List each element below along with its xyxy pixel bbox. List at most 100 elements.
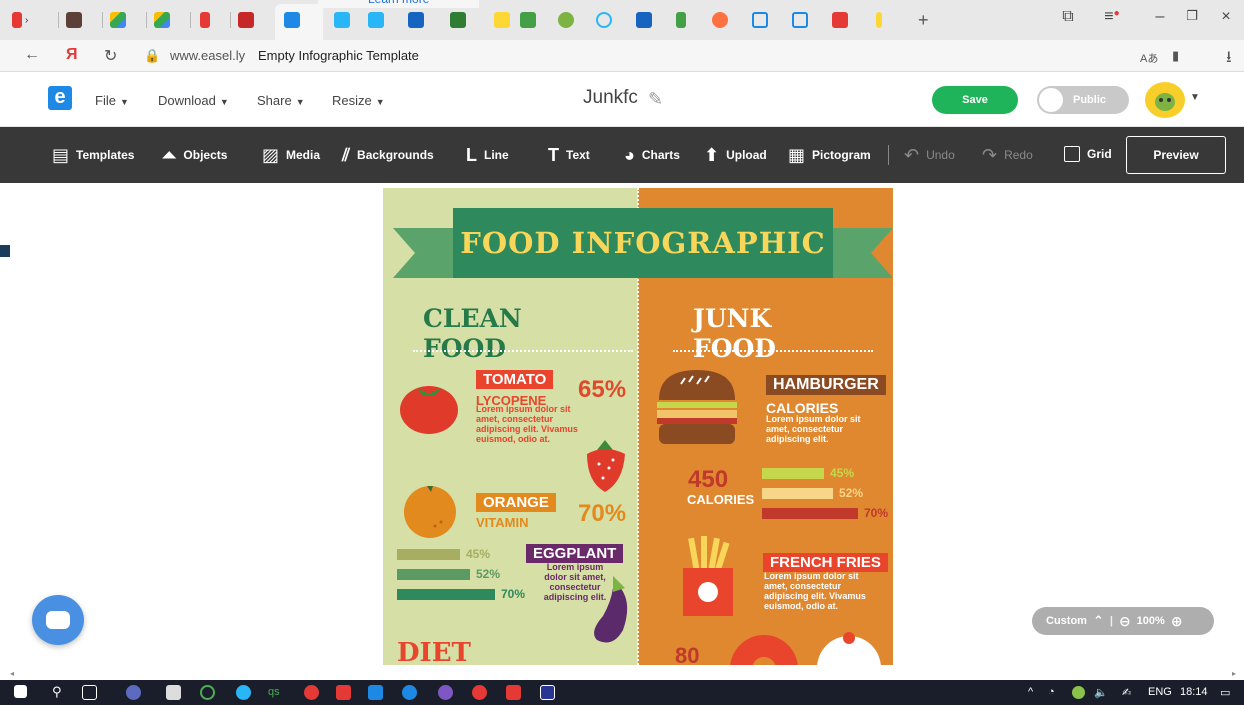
pencil-icon[interactable]: ✎	[648, 89, 663, 110]
objects-tool[interactable]: ⏶ Objects	[162, 146, 227, 164]
junk-food-heading[interactable]: JUNK FOOD	[693, 304, 776, 364]
browser-tab-19[interactable]	[752, 8, 768, 32]
menu-icon[interactable]: ≡●	[1100, 8, 1124, 26]
back-arrow-icon[interactable]: ←	[24, 46, 40, 64]
easelly-logo[interactable]: e	[48, 86, 72, 110]
network-icon[interactable]: ◔	[1048, 686, 1055, 698]
orange-tag[interactable]: ORANGE	[476, 493, 556, 512]
browser-tab-22[interactable]	[876, 8, 882, 32]
text-tool[interactable]: T Text	[548, 146, 590, 164]
close-icon[interactable]: ×	[1214, 8, 1238, 26]
browser-tab-16[interactable]	[636, 8, 652, 32]
hamburger-description[interactable]: Lorem ipsum dolor sit amet, consectetur …	[766, 414, 886, 444]
chevron-up-icon[interactable]: ^	[1028, 686, 1033, 698]
hamburger-tag[interactable]: HAMBURGER	[766, 375, 886, 395]
grid-checkbox[interactable]: Grid	[1064, 146, 1112, 162]
reload-icon[interactable]: ↻	[104, 46, 117, 66]
learn-more-link[interactable]: Learn more	[318, 0, 480, 8]
file-menu[interactable]: File ▼	[95, 93, 129, 108]
download-menu[interactable]: Download ▼	[158, 93, 229, 108]
yandex-icon[interactable]: Я	[66, 46, 78, 64]
browser-tab-11[interactable]	[450, 8, 466, 32]
french-fries-tag[interactable]: FRENCH FRIES	[763, 553, 888, 572]
eggplant-tag[interactable]: EGGPLANT	[526, 544, 624, 563]
chevron-up-icon[interactable]: ⌃	[1093, 613, 1104, 629]
orange-percent[interactable]: 70%	[578, 500, 626, 528]
opera-icon[interactable]	[304, 685, 319, 700]
progress-bar[interactable]	[397, 569, 470, 580]
preview-button[interactable]: Preview	[1126, 136, 1226, 174]
app-icon[interactable]	[236, 685, 251, 700]
browser-tab-4[interactable]	[154, 8, 170, 32]
clock[interactable]: 18:14	[1180, 686, 1208, 698]
scroll-left-arrow-icon[interactable]: ◂	[10, 669, 14, 678]
language-indicator[interactable]: ENG	[1148, 686, 1172, 698]
clean-food-heading[interactable]: CLEAN FOOD	[423, 304, 522, 364]
app-icon[interactable]	[506, 685, 521, 700]
media-tool[interactable]: ▨ Media	[262, 146, 320, 164]
calories-label[interactable]: CALORIES	[687, 492, 754, 507]
french-fries-icon[interactable]	[677, 534, 739, 620]
hamburger-icon[interactable]	[655, 366, 739, 448]
messenger-icon[interactable]	[438, 685, 453, 700]
volume-icon[interactable]: 🔈	[1094, 686, 1108, 699]
progress-bar[interactable]	[762, 488, 833, 499]
browser-tab-20[interactable]	[792, 8, 808, 32]
file-explorer-icon[interactable]	[368, 685, 383, 700]
windows-start-icon[interactable]	[14, 685, 27, 698]
browser-tab-14[interactable]	[558, 8, 574, 32]
french-fries-description[interactable]: Lorem ipsum dolor sit amet, consectetur …	[764, 571, 884, 611]
tomato-tag[interactable]: TOMATO	[476, 370, 554, 389]
side-panel-tab[interactable]	[0, 245, 10, 257]
browser-tab-17[interactable]	[676, 8, 686, 32]
zoom-in-icon[interactable]: ⊕	[1171, 613, 1183, 630]
calculator-icon[interactable]	[166, 685, 181, 700]
tomato-percent[interactable]: 65%	[578, 376, 626, 404]
cupcake-icon[interactable]	[813, 628, 883, 665]
yandex-icon[interactable]	[472, 685, 487, 700]
orange-subtitle[interactable]: VITAMIN	[476, 515, 528, 530]
progress-bar[interactable]	[397, 589, 495, 600]
infographic-title[interactable]: FOOD INFOGRAPHIC	[453, 208, 833, 278]
browser-tab-7[interactable]	[284, 8, 300, 32]
yandex-browser-icon[interactable]	[336, 685, 351, 700]
chevron-down-icon[interactable]: ▼	[1190, 92, 1200, 103]
donut-icon[interactable]	[728, 633, 800, 665]
new-tab-button[interactable]: +	[918, 8, 929, 32]
upload-tool[interactable]: ⬆ Upload	[704, 146, 767, 164]
tomato-icon[interactable]	[397, 376, 461, 436]
task-view-icon[interactable]	[82, 685, 97, 700]
bottom-number[interactable]: 80	[675, 643, 699, 665]
zoom-mode[interactable]: Custom	[1046, 615, 1087, 627]
progress-bar[interactable]	[762, 468, 824, 479]
save-button[interactable]: Save	[932, 86, 1018, 114]
browser-tab-3[interactable]	[110, 8, 126, 32]
tomato-description[interactable]: Lorem ipsum dolor sit amet, consectetur …	[476, 404, 596, 444]
browser-tab-5[interactable]	[200, 8, 210, 32]
progress-bar[interactable]	[762, 508, 858, 519]
avatar[interactable]	[1145, 82, 1185, 118]
search-icon[interactable]: ⚲	[52, 684, 62, 700]
pictogram-tool[interactable]: ▦ Pictogram	[788, 146, 871, 164]
restore-icon[interactable]: ❐	[1180, 8, 1204, 24]
tray-app-icon[interactable]	[1072, 686, 1085, 699]
browser-tab-12[interactable]	[494, 8, 510, 32]
q-app-icon[interactable]	[200, 685, 215, 700]
downloads-icon[interactable]: ⭳	[1226, 46, 1232, 73]
resize-menu[interactable]: Resize ▼	[332, 93, 385, 108]
public-toggle[interactable]: Public	[1037, 86, 1129, 114]
zoom-out-icon[interactable]: ⊖	[1119, 613, 1131, 630]
minimize-icon[interactable]: –	[1148, 8, 1172, 26]
app-icon[interactable]	[540, 685, 555, 700]
browser-tab-10[interactable]	[408, 8, 424, 32]
collections-icon[interactable]: ⧉	[1056, 8, 1080, 26]
browser-tab-2[interactable]	[66, 8, 82, 32]
line-tool[interactable]: L Line	[466, 146, 509, 164]
notifications-icon[interactable]: ▭	[1220, 686, 1230, 699]
scroll-right-arrow-icon[interactable]: ▸	[1232, 669, 1236, 678]
pen-icon[interactable]: ✍	[1122, 686, 1131, 699]
infographic-canvas[interactable]: FOOD INFOGRAPHIC CLEAN FOOD JUNK FOOD TOMA…	[383, 188, 893, 665]
chat-button[interactable]	[32, 595, 84, 645]
browser-tab-18[interactable]	[712, 8, 728, 32]
undo-button[interactable]: ↶ Undo	[904, 146, 955, 164]
